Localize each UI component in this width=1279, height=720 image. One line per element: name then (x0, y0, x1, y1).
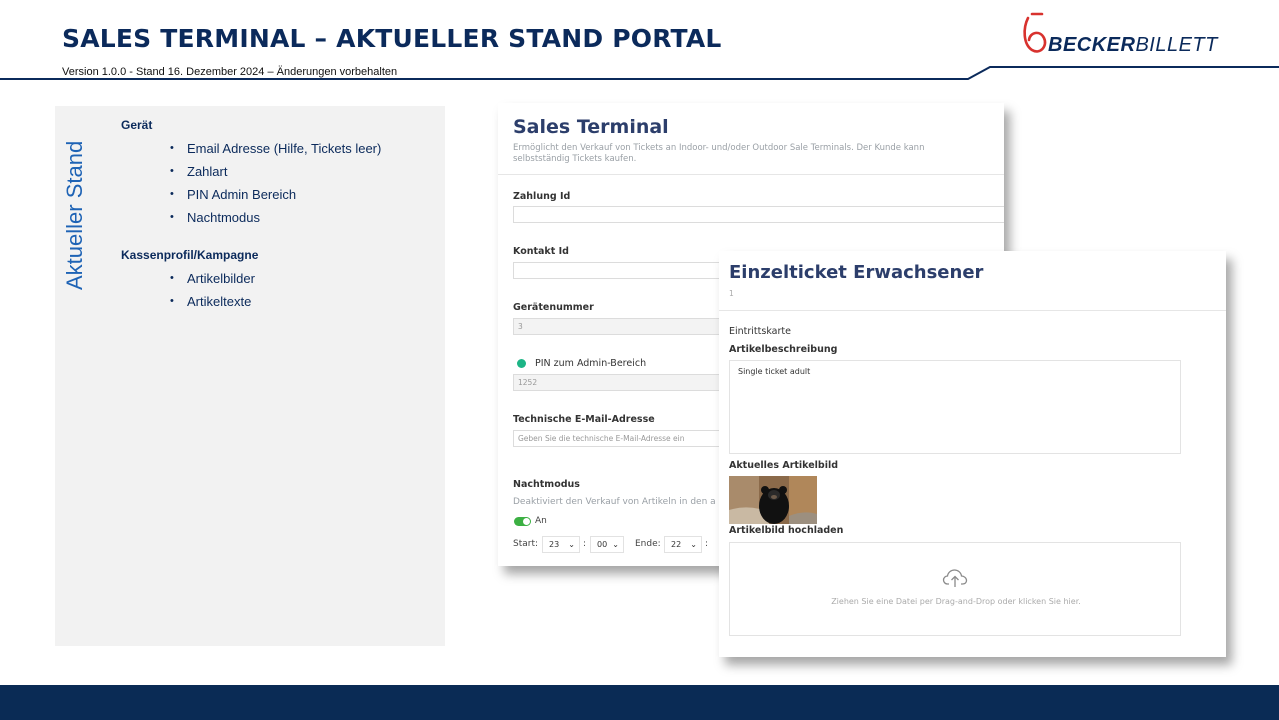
toggle-label: An (535, 516, 547, 526)
slide-subtitle: Version 1.0.0 - Stand 16. Dezember 2024 … (62, 66, 398, 78)
zahlung-id-label: Zahlung Id (513, 191, 571, 202)
geraetenummer-label: Gerätenummer (513, 302, 594, 313)
logo-text: BECKERBILLETT (1048, 34, 1218, 56)
kassenprofil-list: Artikelbilder Artikeltexte (170, 267, 255, 313)
pin-label: PIN zum Admin-Bereich (535, 358, 647, 369)
slide-title: SALES TERMINAL – AKTUELLER STAND PORTAL (62, 24, 722, 53)
geraet-list: Email Adresse (Hilfe, Tickets leer) Zahl… (170, 137, 381, 229)
group-title-geraet: Gerät (121, 118, 153, 132)
chevron-down-icon: ⌄ (568, 540, 575, 549)
list-item: Artikeltexte (170, 290, 255, 313)
nachtmodus-description: Deaktiviert den Verkauf von Artikeln in … (513, 497, 716, 507)
nachtmodus-label: Nachtmodus (513, 479, 580, 490)
sales-terminal-description: Ermöglicht den Verkauf von Tickets an In… (513, 143, 925, 164)
divider (719, 310, 1226, 311)
current-image-label: Aktuelles Artikelbild (729, 460, 839, 471)
footer-bar (0, 685, 1279, 720)
cloud-upload-icon (942, 569, 968, 587)
chevron-down-icon: ⌄ (612, 540, 619, 549)
ticket-category: Eintrittskarte (729, 326, 791, 337)
group-title-kassenprofil: Kassenprofil/Kampagne (121, 248, 259, 262)
list-item: Email Adresse (Hilfe, Tickets leer) (170, 137, 381, 160)
start-minute-select[interactable]: 00 ⌄ (590, 536, 624, 553)
upload-instruction: Ziehen Sie eine Datei per Drag-and-Drop … (831, 597, 1081, 606)
start-hour-select[interactable]: 23 ⌄ (542, 536, 580, 553)
article-image (729, 476, 817, 524)
kontakt-id-label: Kontakt Id (513, 246, 569, 257)
end-hour-select[interactable]: 22 ⌄ (664, 536, 702, 553)
time-separator: : (705, 539, 709, 549)
list-item: Zahlart (170, 160, 381, 183)
list-item: PIN Admin Bereich (170, 183, 381, 206)
time-separator: : (583, 539, 587, 549)
upload-dropzone[interactable]: Ziehen Sie eine Datei per Drag-and-Drop … (729, 542, 1181, 636)
upload-label: Artikelbild hochladen (729, 525, 844, 536)
chevron-down-icon: ⌄ (690, 540, 697, 549)
ticket-title: Einzelticket Erwachsener (729, 262, 984, 283)
list-item: Artikelbilder (170, 267, 255, 290)
panel-vertical-label: Aktueller Stand (62, 140, 87, 290)
email-label: Technische E-Mail-Adresse (513, 414, 655, 425)
sales-terminal-title: Sales Terminal (513, 116, 669, 138)
list-item: Nachtmodus (170, 206, 381, 229)
status-dot-icon (517, 359, 526, 368)
zahlung-id-input[interactable] (513, 206, 1004, 223)
start-label: Start: (513, 539, 539, 549)
nachtmodus-toggle[interactable] (514, 517, 531, 526)
ticket-id: 1 (729, 289, 734, 298)
description-textarea[interactable]: Single ticket adult (729, 360, 1181, 454)
end-label: Ende: (635, 539, 661, 549)
description-label: Artikelbeschreibung (729, 344, 838, 355)
divider (498, 174, 1004, 175)
ticket-screenshot: Einzelticket Erwachsener 1 Eintrittskart… (719, 251, 1226, 657)
